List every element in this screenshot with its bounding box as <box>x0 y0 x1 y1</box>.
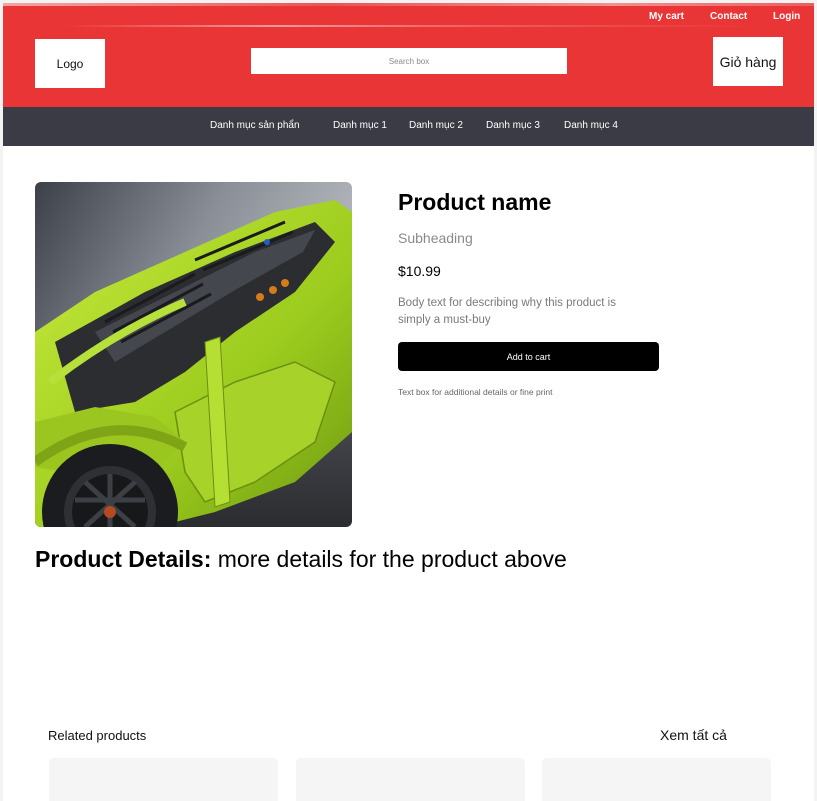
header-highlight-secondary <box>63 25 763 27</box>
product-price: $10.99 <box>398 263 441 279</box>
product-subheading: Subheading <box>398 230 473 246</box>
contact-link[interactable]: Contact <box>710 11 747 22</box>
nav-item-products[interactable]: Danh mục sản phẩn <box>210 120 300 131</box>
related-product-card[interactable] <box>296 758 525 801</box>
nav-item-category-1[interactable]: Danh mục 1 <box>333 120 387 131</box>
related-product-card[interactable] <box>542 758 771 801</box>
nav-item-category-2[interactable]: Danh mục 2 <box>409 120 463 131</box>
product-description: Body text for describing why this produc… <box>398 297 616 326</box>
fine-print: Text box for additional details or fine … <box>398 387 553 397</box>
product-details-label: Product Details: <box>35 546 212 572</box>
product-details-heading: Product Details: more details for the pr… <box>35 546 567 573</box>
nav-item-category-3[interactable]: Danh mục 3 <box>486 120 540 131</box>
page: My cart Contact Login Logo Giỏ hàng Danh… <box>3 3 814 801</box>
nav-item-category-4[interactable]: Danh mục 4 <box>564 120 618 131</box>
related-product-card[interactable] <box>49 758 278 801</box>
add-to-cart-button[interactable]: Add to cart <box>398 342 659 371</box>
product-image <box>35 182 352 527</box>
my-cart-link[interactable]: My cart <box>649 11 684 22</box>
search-input[interactable] <box>251 48 567 74</box>
login-link[interactable]: Login <box>773 11 800 22</box>
logo[interactable]: Logo <box>35 39 105 88</box>
product-details-text: more details for the product above <box>217 546 567 572</box>
cart-button[interactable]: Giỏ hàng <box>713 37 783 86</box>
product-name: Product name <box>398 189 552 215</box>
header: My cart Contact Login Logo Giỏ hàng <box>3 3 814 107</box>
see-all-link[interactable]: Xem tất cả <box>660 727 727 743</box>
related-products-title: Related products <box>48 728 147 743</box>
header-highlight <box>3 3 814 6</box>
category-nav: Danh mục sản phẩn Danh mục 1 Danh mục 2 … <box>3 107 814 146</box>
